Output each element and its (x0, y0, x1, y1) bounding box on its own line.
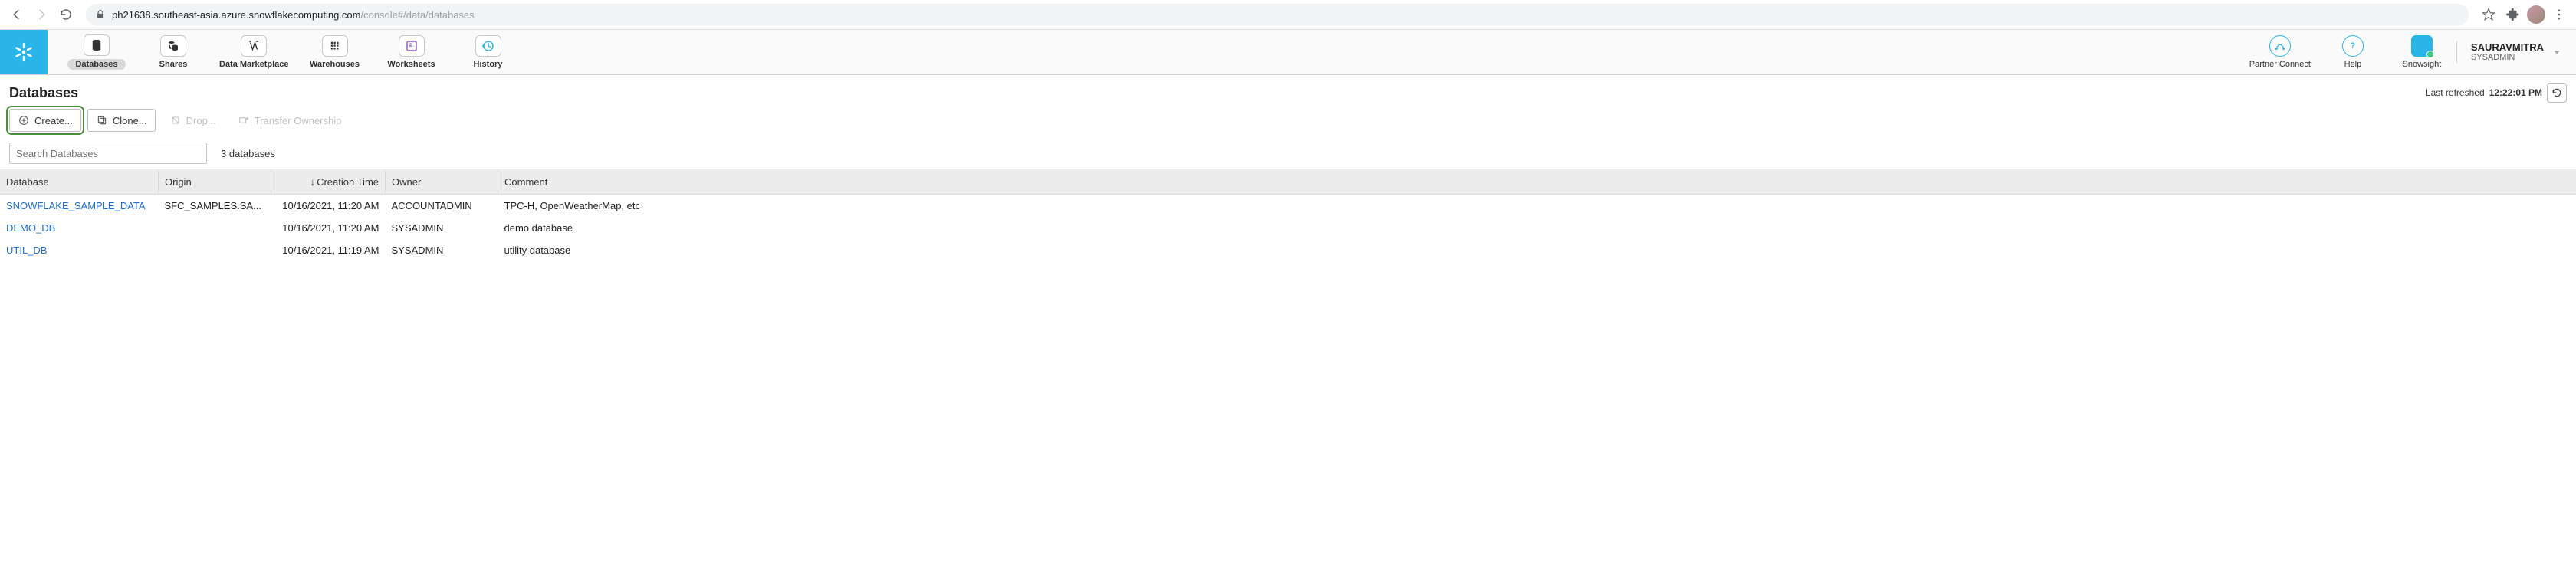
account-menu[interactable]: SAURAVMITRA SYSADMIN (2456, 41, 2570, 64)
lock-icon (95, 9, 106, 20)
account-role: SYSADMIN (2471, 53, 2544, 63)
cell-comment: utility database (498, 239, 2576, 261)
nav-label: Help (2344, 60, 2362, 69)
cell-owner: SYSADMIN (386, 217, 498, 239)
database-icon (84, 34, 110, 56)
bookmark-button[interactable] (2478, 4, 2499, 25)
drop-icon (169, 114, 182, 126)
sort-desc-icon: ↓ (310, 176, 316, 188)
cell-creation: 10/16/2021, 11:20 AM (271, 195, 386, 218)
col-database[interactable]: Database (0, 169, 159, 195)
nav-shares[interactable]: Shares (135, 30, 212, 74)
page-title: Databases (9, 85, 78, 101)
help-icon: ? (2342, 35, 2364, 57)
cell-comment: TPC-H, OpenWeatherMap, etc (498, 195, 2576, 218)
history-icon (475, 35, 501, 57)
avatar[interactable] (2527, 5, 2545, 24)
back-button[interactable] (6, 4, 28, 25)
brand-logo[interactable] (0, 30, 48, 74)
search-row: 3 databases (0, 139, 2576, 169)
database-table: Database Origin ↓Creation Time Owner Com… (0, 169, 2576, 261)
database-count: 3 databases (221, 148, 275, 159)
drop-button: Drop... (162, 110, 224, 131)
forward-button[interactable] (31, 4, 52, 25)
cell-owner: ACCOUNTADMIN (386, 195, 498, 218)
transfer-icon (238, 114, 250, 126)
table-row[interactable]: SNOWFLAKE_SAMPLE_DATA SFC_SAMPLES.SA... … (0, 195, 2576, 218)
cell-origin (159, 239, 271, 261)
database-link[interactable]: SNOWFLAKE_SAMPLE_DATA (6, 200, 146, 212)
url-path: /console#/data/databases (360, 9, 474, 21)
database-link[interactable]: DEMO_DB (6, 222, 55, 234)
clone-label: Clone... (113, 115, 147, 126)
marketplace-icon (241, 35, 267, 57)
create-label: Create... (34, 115, 73, 126)
action-toolbar: Create... Clone... Drop... Transfer Owne… (0, 109, 2576, 139)
nav-help[interactable]: ? Help (2318, 30, 2387, 74)
nav-data-marketplace[interactable]: Data Marketplace (212, 30, 297, 74)
nav-worksheets[interactable]: >_ Worksheets (373, 30, 450, 74)
col-origin[interactable]: Origin (159, 169, 271, 195)
cell-creation: 10/16/2021, 11:20 AM (271, 217, 386, 239)
nav-partner-connect[interactable]: Partner Connect (2242, 30, 2318, 74)
nav-warehouses[interactable]: Warehouses (297, 30, 373, 74)
warehouse-icon (322, 35, 348, 57)
kebab-menu-button[interactable] (2548, 4, 2570, 25)
app-nav: Databases Shares Data Marketplace Wareho… (0, 30, 2576, 75)
nav-items-left: Databases Shares Data Marketplace Wareho… (48, 30, 527, 74)
clone-button[interactable]: Clone... (87, 109, 156, 132)
chevron-down-icon (2551, 47, 2562, 57)
nav-items-right: Partner Connect ? Help Snowsight SAURAVM… (2242, 30, 2576, 74)
nav-label: Worksheets (387, 60, 435, 69)
table-header-row: Database Origin ↓Creation Time Owner Com… (0, 169, 2576, 195)
drop-label: Drop... (186, 115, 216, 126)
extensions-button[interactable] (2502, 4, 2524, 25)
plus-circle-icon (18, 114, 30, 126)
table-row[interactable]: DEMO_DB 10/16/2021, 11:20 AM SYSADMIN de… (0, 217, 2576, 239)
account-name: SAURAVMITRA (2471, 41, 2544, 54)
cell-origin: SFC_SAMPLES.SA... (159, 195, 271, 218)
table-row[interactable]: UTIL_DB 10/16/2021, 11:19 AM SYSADMIN ut… (0, 239, 2576, 261)
col-comment[interactable]: Comment (498, 169, 2576, 195)
transfer-ownership-button: Transfer Ownership (230, 110, 350, 131)
page-subheader: Databases Last refreshed 12:22:01 PM (0, 75, 2576, 109)
browser-toolbar: ph21638.southeast-asia.azure.snowflakeco… (0, 0, 2576, 30)
nav-label: Data Marketplace (219, 60, 289, 69)
reload-button[interactable] (55, 4, 77, 25)
svg-text:>_: >_ (409, 42, 416, 47)
transfer-label: Transfer Ownership (255, 115, 342, 126)
url-bar[interactable]: ph21638.southeast-asia.azure.snowflakeco… (86, 4, 2469, 25)
url-host: ph21638.southeast-asia.azure.snowflakeco… (112, 9, 360, 21)
nav-label: Warehouses (310, 60, 360, 69)
cell-owner: SYSADMIN (386, 239, 498, 261)
nav-history[interactable]: History (450, 30, 527, 74)
clone-icon (96, 114, 108, 126)
last-refreshed-time: 12:22:01 PM (2489, 87, 2542, 98)
shares-icon (160, 35, 186, 57)
database-link[interactable]: UTIL_DB (6, 244, 47, 256)
worksheet-icon: >_ (399, 35, 425, 57)
cell-origin (159, 217, 271, 239)
col-owner[interactable]: Owner (386, 169, 498, 195)
nav-label: Databases (67, 59, 125, 70)
cell-comment: demo database (498, 217, 2576, 239)
refresh-button[interactable] (2547, 83, 2567, 103)
search-input[interactable] (9, 143, 207, 164)
create-button[interactable]: Create... (9, 109, 81, 132)
cell-creation: 10/16/2021, 11:19 AM (271, 239, 386, 261)
snowsight-icon (2411, 35, 2433, 57)
nav-label: Partner Connect (2249, 60, 2311, 69)
nav-label: History (474, 60, 503, 69)
col-creation-time[interactable]: ↓Creation Time (271, 169, 386, 195)
partner-connect-icon (2269, 35, 2291, 57)
nav-databases[interactable]: Databases (58, 30, 135, 74)
nav-label: Shares (159, 60, 188, 69)
last-refreshed-label: Last refreshed (2426, 87, 2485, 98)
nav-snowsight[interactable]: Snowsight (2387, 30, 2456, 74)
nav-label: Snowsight (2403, 60, 2442, 69)
